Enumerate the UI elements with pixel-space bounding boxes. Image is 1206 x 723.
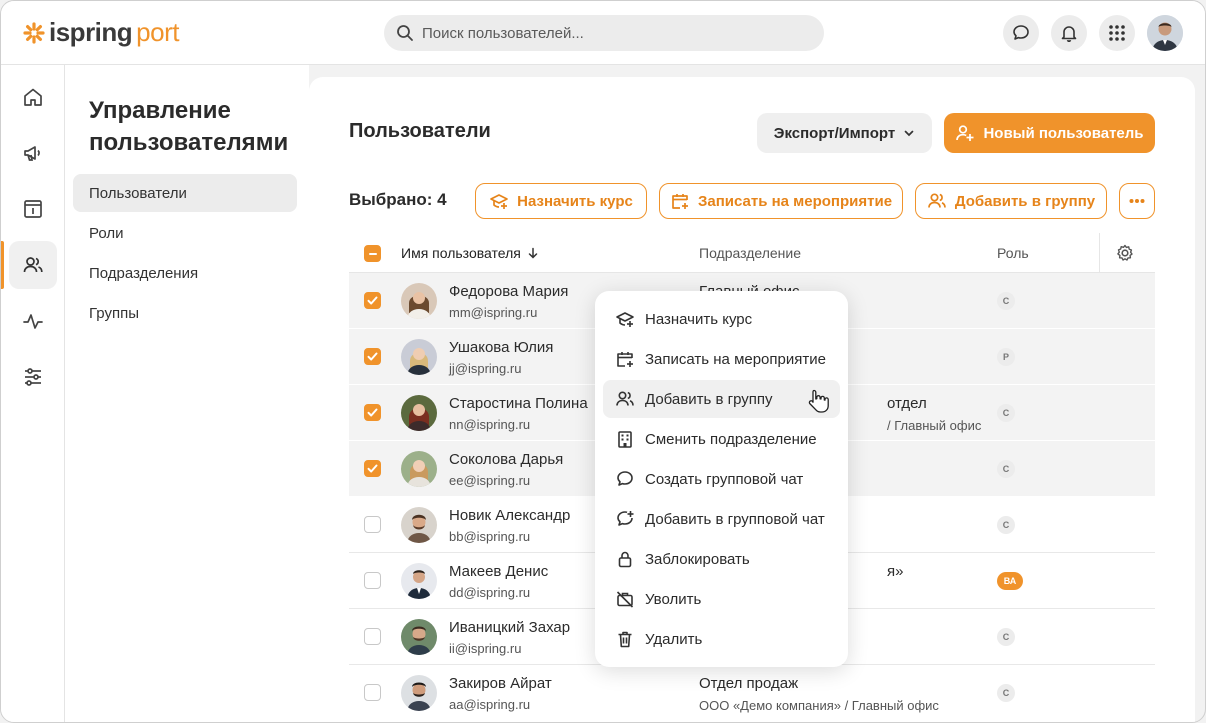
apps-button[interactable]	[1099, 15, 1135, 51]
app-window: ispring port Поиск пользователей... Упра…	[0, 0, 1206, 723]
chat-add-icon	[617, 511, 634, 526]
graduation-cap-icon	[490, 194, 509, 209]
chat-bubble-icon	[617, 471, 633, 486]
sidebar-item-groups[interactable]: Группы	[73, 294, 297, 332]
menu-item-assign-course[interactable]: Назначить курс	[603, 300, 840, 338]
column-settings-button[interactable]	[1099, 233, 1149, 273]
menu-item-add-to-group-chat[interactable]: Добавить в групповой чат	[603, 500, 840, 538]
briefcase-off-icon	[616, 591, 634, 608]
page-title: Пользователи	[349, 120, 491, 142]
selected-count: Выбрано: 4	[349, 190, 447, 209]
logo-icon	[23, 21, 45, 44]
menu-item-label: Назначить курс	[645, 310, 753, 328]
main-nav-rail	[1, 65, 65, 722]
logo-text: ispring	[49, 17, 133, 47]
search-icon	[397, 25, 413, 41]
enroll-event-label: Записать на мероприятие	[697, 192, 893, 210]
sidebar-item-departments[interactable]: Подразделения	[73, 254, 297, 292]
logo-text-accent: port	[136, 17, 179, 47]
menu-item-label: Создать групповой чат	[645, 470, 804, 488]
select-all-checkbox[interactable]	[364, 245, 381, 262]
table-header: Имя пользователя Подразделение Роль	[349, 233, 1155, 273]
menu-item-enroll-event[interactable]: Записать на мероприятие	[603, 340, 840, 378]
users-icon	[23, 257, 43, 273]
enroll-event-button[interactable]: Записать на мероприятие	[659, 183, 903, 219]
menu-item-dismiss[interactable]: Уволить	[603, 580, 840, 618]
menu-item-label: Добавить в групповой чат	[645, 510, 825, 528]
bulk-actions-menu: Назначить курс Записать на мероприятие Д…	[595, 291, 848, 667]
pulse-icon	[23, 314, 43, 329]
add-to-group-label: Добавить в группу	[954, 192, 1096, 210]
menu-item-add-to-group[interactable]: Добавить в группу	[603, 380, 840, 418]
bell-icon	[1061, 26, 1077, 43]
add-user-icon	[956, 125, 974, 141]
menu-item-create-group-chat[interactable]: Создать групповой чат	[603, 460, 840, 498]
column-name-header[interactable]: Имя пользователя	[401, 245, 539, 261]
logo[interactable]: ispring port	[23, 17, 179, 48]
menu-item-change-department[interactable]: Сменить подразделение	[603, 420, 840, 458]
menu-item-label: Уволить	[645, 590, 702, 608]
building-icon	[618, 431, 632, 448]
search-input[interactable]	[422, 24, 802, 42]
assign-course-button[interactable]: Назначить курс	[475, 183, 647, 219]
nav-analytics[interactable]	[9, 297, 57, 345]
chat-button[interactable]	[1003, 15, 1039, 51]
export-import-label: Экспорт/Импорт	[773, 124, 896, 142]
menu-item-block[interactable]: Заблокировать	[603, 540, 840, 578]
export-import-button[interactable]: Экспорт/Импорт	[757, 113, 932, 153]
lock-icon	[618, 551, 632, 568]
nav-home[interactable]	[9, 73, 57, 121]
column-role-header[interactable]: Роль	[997, 245, 1029, 261]
info-board-icon	[24, 200, 42, 218]
nav-board[interactable]	[9, 185, 57, 233]
menu-item-label: Удалить	[645, 630, 703, 648]
menu-item-label: Записать на мероприятие	[645, 350, 826, 368]
column-name-label: Имя пользователя	[401, 245, 521, 261]
trash-icon	[618, 631, 632, 648]
home-icon	[24, 88, 42, 106]
menu-item-delete[interactable]: Удалить	[603, 620, 840, 658]
top-bar: ispring port	[1, 1, 1205, 65]
users-icon	[928, 193, 946, 208]
graduation-cap-icon	[616, 312, 634, 327]
arrow-down-icon	[528, 247, 538, 259]
active-indicator	[1, 241, 4, 289]
nav-news[interactable]	[9, 129, 57, 177]
sidebar-item-roles[interactable]: Роли	[73, 214, 297, 252]
avatar-icon	[1147, 15, 1183, 51]
nav-settings[interactable]	[9, 353, 57, 401]
search-bar[interactable]	[384, 15, 824, 51]
more-horizontal-icon	[1129, 199, 1145, 203]
add-to-group-button[interactable]: Добавить в группу	[915, 183, 1107, 219]
new-user-label: Новый пользователь	[983, 124, 1144, 142]
section-title: Управление пользователями	[89, 97, 289, 156]
calendar-plus-icon	[672, 194, 688, 209]
assign-course-label: Назначить курс	[517, 192, 633, 210]
sliders-icon	[25, 368, 41, 386]
new-user-button[interactable]: Новый пользователь	[944, 113, 1155, 153]
section-sidebar: Управление пользователями Пользователи Р…	[65, 65, 309, 722]
sidebar-item-users[interactable]: Пользователи	[73, 174, 297, 212]
users-icon	[616, 391, 634, 406]
minus-icon	[368, 252, 377, 255]
column-dept-header[interactable]: Подразделение	[699, 245, 801, 261]
menu-item-label: Добавить в группу	[645, 390, 773, 408]
profile-avatar[interactable]	[1147, 15, 1183, 51]
megaphone-icon	[24, 146, 40, 161]
more-actions-button[interactable]	[1119, 183, 1155, 219]
chat-bubble-icon	[1013, 25, 1029, 40]
gear-icon	[1116, 244, 1133, 261]
hand-cursor-icon	[808, 389, 829, 413]
chevron-down-icon	[904, 130, 914, 137]
menu-item-label: Заблокировать	[645, 550, 750, 568]
calendar-plus-icon	[617, 352, 633, 367]
menu-item-label: Сменить подразделение	[645, 430, 817, 448]
nav-users[interactable]	[9, 241, 57, 289]
notifications-button[interactable]	[1051, 15, 1087, 51]
grid-icon	[1109, 25, 1125, 41]
